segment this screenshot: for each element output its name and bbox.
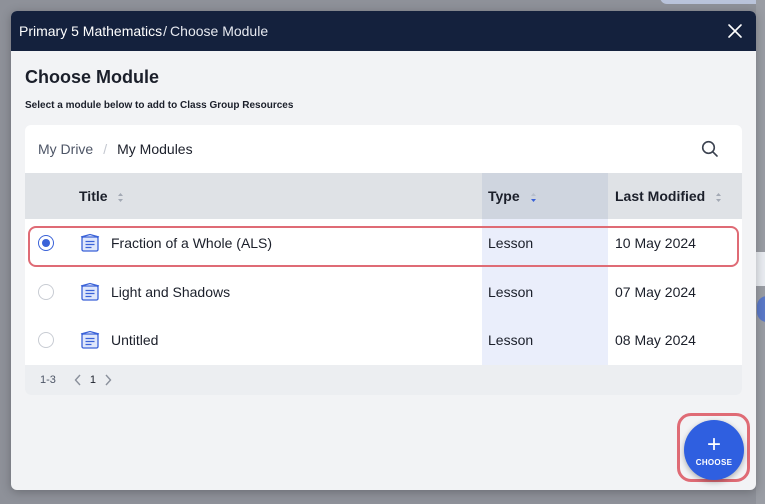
table-row[interactable]: Light and Shadows Lesson 07 May 2024	[25, 267, 742, 316]
close-icon	[728, 24, 742, 38]
pagination-range: 1-3	[40, 373, 56, 386]
row-type: Lesson	[482, 316, 608, 365]
breadcrumb-my-drive[interactable]: My Drive	[38, 141, 93, 157]
module-icon	[80, 331, 100, 349]
table-header-row: Title Type Last Modified	[25, 173, 742, 219]
previous-page-button[interactable]	[74, 374, 82, 386]
sort-descending-icon	[530, 192, 536, 202]
row-radio-selected[interactable]	[38, 235, 54, 252]
choose-button-label: CHOOSE	[695, 457, 733, 467]
header-last-modified-label: Last Modified	[615, 188, 706, 204]
header-last-modified[interactable]: Last Modified	[608, 173, 742, 219]
breadcrumb-separator: /	[103, 141, 108, 157]
breadcrumb-my-modules: My Modules	[117, 141, 193, 157]
module-list-card: My Drive / My Modules Title Type Last Mo…	[25, 125, 742, 395]
close-button[interactable]	[722, 18, 748, 44]
titlebar-breadcrumb-current: Choose Module	[170, 23, 269, 39]
row-type: Lesson	[482, 267, 608, 316]
dialog-titlebar: Primary 5 Mathematics / Choose Module	[11, 11, 756, 51]
row-last-modified: 07 May 2024	[615, 283, 696, 300]
sort-icon	[716, 192, 722, 202]
current-page-number[interactable]: 1	[90, 374, 96, 386]
row-title[interactable]: Untitled	[111, 332, 158, 348]
row-radio[interactable]	[38, 332, 54, 349]
row-title[interactable]: Fraction of a Whole (ALS)	[111, 235, 272, 251]
dialog-heading: Choose Module	[25, 67, 159, 87]
table-row[interactable]: Untitled Lesson 08 May 2024	[25, 316, 742, 365]
module-icon	[80, 234, 100, 252]
header-select	[25, 173, 79, 219]
plus-icon: +	[706, 430, 721, 458]
chevron-right-icon	[105, 374, 112, 385]
chevron-left-icon	[74, 374, 81, 385]
row-last-modified: 10 May 2024	[615, 235, 696, 252]
module-table: Title Type Last Modified Fraction of a W…	[25, 173, 742, 365]
row-radio[interactable]	[38, 283, 54, 300]
titlebar-breadcrumb-root[interactable]: Primary 5 Mathematics	[19, 23, 162, 39]
backdrop-dot	[757, 296, 765, 322]
pagination: 1-3 1	[25, 364, 742, 395]
sort-icon	[118, 192, 124, 202]
dialog-subheading: Select a module below to add to Class Gr…	[25, 100, 294, 111]
backdrop-pill	[660, 0, 765, 4]
header-type-label: Type	[488, 188, 520, 204]
row-last-modified: 08 May 2024	[615, 332, 696, 349]
header-title[interactable]: Title	[79, 173, 482, 219]
search-icon	[701, 140, 718, 157]
next-page-button[interactable]	[104, 374, 112, 386]
drive-breadcrumb: My Drive / My Modules	[25, 125, 742, 173]
table-row[interactable]: Fraction of a Whole (ALS) Lesson 10 May …	[25, 219, 742, 268]
row-title[interactable]: Light and Shadows	[111, 284, 230, 300]
row-type: Lesson	[482, 219, 608, 268]
module-icon	[80, 282, 100, 301]
search-button[interactable]	[699, 138, 721, 160]
header-title-label: Title	[79, 188, 108, 204]
titlebar-breadcrumb-separator: /	[163, 23, 168, 39]
choose-button[interactable]: + CHOOSE	[684, 420, 744, 480]
choose-module-dialog: Primary 5 Mathematics / Choose Module Ch…	[11, 11, 756, 490]
header-type[interactable]: Type	[482, 173, 608, 219]
